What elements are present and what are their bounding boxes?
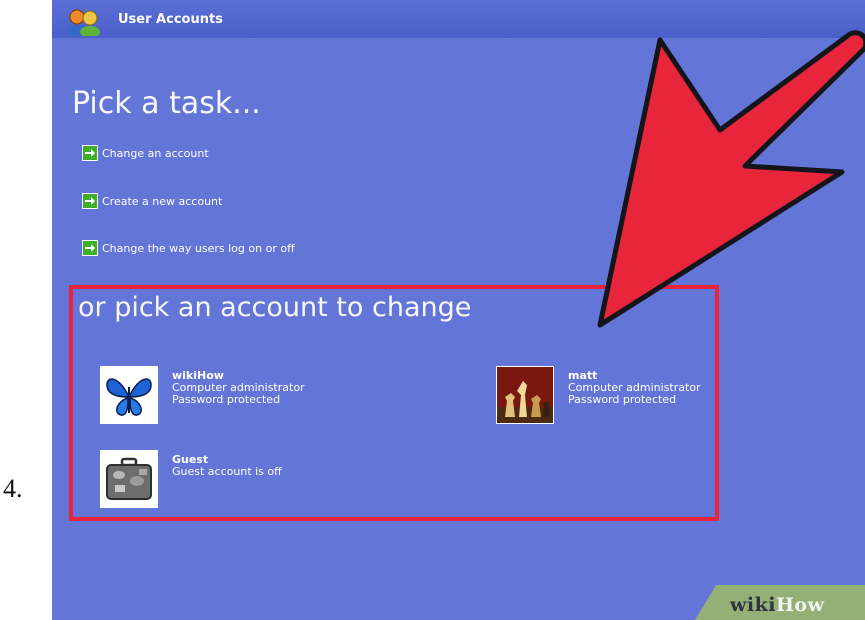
task-label: Change an account (102, 146, 209, 160)
task-label: Create a new account (102, 194, 223, 208)
task-change-logon[interactable]: Change the way users log on or off (82, 238, 295, 258)
task-change-account[interactable]: Change an account (82, 143, 209, 163)
account-type: Guest account is off (172, 465, 282, 478)
user-accounts-icon (67, 9, 100, 36)
chess-icon (496, 366, 554, 424)
wikihow-logo-how: How (775, 594, 825, 616)
user-accounts-window: User Accounts Pick a task... Change an a… (52, 0, 865, 620)
account-matt[interactable]: matt Computer administrator Password pro… (496, 366, 701, 424)
arrow-right-icon (82, 145, 98, 161)
account-info: matt Computer administrator Password pro… (568, 366, 701, 406)
task-create-account[interactable]: Create a new account (82, 191, 222, 211)
window-title: User Accounts (118, 12, 223, 27)
butterfly-icon (100, 366, 158, 424)
suitcase-icon (100, 450, 158, 508)
account-guest[interactable]: Guest Guest account is off (100, 450, 282, 508)
account-status: Password protected (172, 393, 281, 406)
pick-account-heading: or pick an account to change (78, 292, 472, 323)
step-number: 4. (3, 474, 23, 503)
wikihow-logo: wikiHow (730, 594, 824, 616)
arrow-right-icon (82, 193, 98, 209)
red-arrow-annotation (597, 30, 865, 328)
account-wikihow[interactable]: wikiHow Computer administrator Password … (100, 366, 305, 424)
task-label: Change the way users log on or off (102, 241, 295, 255)
account-status: Password protected (568, 393, 677, 406)
wikihow-logo-wiki: wiki (730, 594, 776, 616)
account-info: Guest Guest account is off (172, 450, 282, 478)
arrow-right-icon (82, 240, 98, 256)
pick-a-task-heading: Pick a task... (72, 86, 261, 121)
account-info: wikiHow Computer administrator Password … (172, 366, 305, 406)
